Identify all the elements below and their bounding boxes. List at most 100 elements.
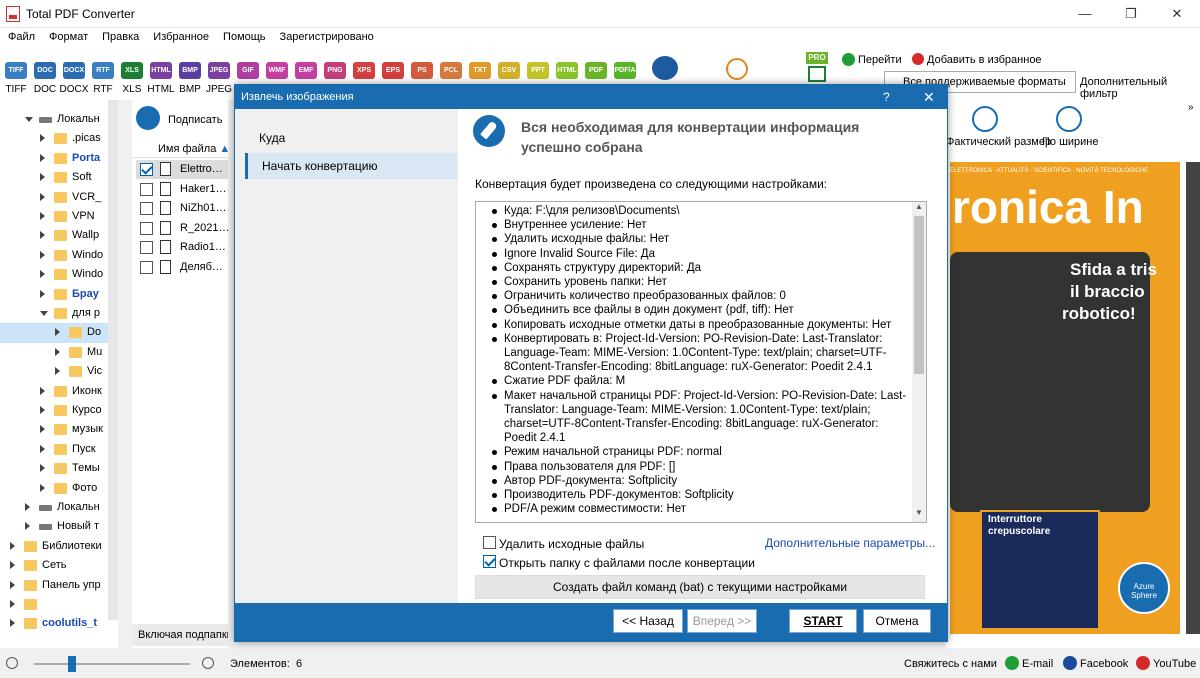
zoom-out-icon[interactable] [6, 657, 18, 669]
file-checkbox[interactable] [140, 202, 153, 216]
tree-item[interactable]: Windo [0, 246, 118, 266]
format-html-icon[interactable]: HTML [556, 62, 578, 79]
close-button[interactable]: ✕ [1154, 0, 1200, 28]
zoom-slider[interactable] [34, 663, 190, 665]
tree-scrollbar[interactable] [108, 100, 118, 620]
extra-filter-label[interactable]: Дополнительный фильтр [1080, 76, 1200, 100]
file-checkbox[interactable] [140, 221, 153, 235]
menu-help[interactable]: Помощь [215, 28, 272, 43]
file-row[interactable]: Radio1… [136, 238, 232, 257]
collapsed-arrow-icon[interactable] [40, 289, 45, 298]
file-row[interactable]: Haker1… [136, 180, 232, 199]
tree-item[interactable]: для р [0, 304, 118, 324]
format-xps-icon[interactable]: XPS [353, 62, 375, 79]
collapsed-arrow-icon[interactable] [40, 250, 45, 259]
format-gif-icon[interactable]: GIF [237, 62, 259, 79]
file-checkbox[interactable] [140, 163, 153, 176]
more-params-link[interactable]: Дополнительные параметры... [765, 536, 935, 550]
format-ppt-icon[interactable]: PPT [527, 62, 549, 79]
actual-size-button[interactable]: Фактический размер [946, 136, 1051, 148]
collapsed-arrow-icon[interactable] [40, 483, 45, 492]
expanded-arrow-icon[interactable] [40, 311, 48, 316]
collapsed-arrow-icon[interactable] [55, 347, 60, 356]
tree-item[interactable]: Porta [0, 149, 118, 169]
collapsed-arrow-icon[interactable] [25, 522, 30, 531]
scroll-down-icon[interactable]: ▼ [915, 508, 923, 517]
tree-item[interactable]: Soft [0, 168, 118, 188]
nav-start-conversion[interactable]: Начать конвертацию [245, 153, 457, 179]
collapsed-arrow-icon[interactable] [40, 406, 45, 414]
collapsed-arrow-icon[interactable] [10, 541, 15, 550]
tree-item[interactable]: .picas [0, 129, 118, 149]
collapsed-arrow-icon[interactable] [40, 270, 45, 279]
settings-scrollbar[interactable]: ▲ ▼ [912, 202, 926, 522]
collapsed-arrow-icon[interactable] [40, 212, 45, 220]
timer-icon[interactable] [726, 58, 748, 80]
dialog-help-button[interactable]: ? [883, 90, 890, 104]
format-bmp-icon[interactable]: BMP [179, 62, 201, 79]
open-folder-checkbox[interactable] [483, 555, 496, 568]
format-emf-icon[interactable]: EMF [295, 62, 317, 79]
tree-item[interactable]: Новый т [0, 517, 118, 537]
collapsed-arrow-icon[interactable] [25, 503, 30, 511]
collapsed-arrow-icon[interactable] [40, 425, 45, 434]
tree-item[interactable]: Панель упр [0, 576, 118, 596]
file-checkbox[interactable] [140, 261, 153, 274]
file-row[interactable]: R_2021… [136, 219, 232, 238]
format-eps-icon[interactable]: EPS [382, 62, 404, 79]
tree-item[interactable]: Пуск [0, 440, 118, 460]
expanded-arrow-icon[interactable] [25, 117, 33, 122]
zoom-in-icon[interactable] [202, 657, 214, 669]
start-button[interactable]: START [789, 609, 857, 633]
file-column-header[interactable]: Имя файла ▲ [132, 140, 232, 158]
format-png-icon[interactable]: PNG [324, 62, 346, 79]
fit-width-icon[interactable] [1056, 106, 1082, 132]
menu-file[interactable]: Файл [0, 28, 41, 43]
file-row[interactable]: Elettro… [136, 160, 232, 179]
next-button[interactable]: Вперед >> [687, 609, 757, 633]
format-xls-icon[interactable]: XLS [121, 62, 143, 79]
create-bat-button[interactable]: Создать файл команд (bat) с текущими нас… [475, 575, 925, 599]
format-ps-icon[interactable]: PS [411, 62, 433, 79]
format-rtf-icon[interactable]: RTF [92, 62, 114, 79]
add-favorite-button[interactable]: Добавить в избранное [927, 54, 1042, 66]
collapsed-arrow-icon[interactable] [10, 600, 15, 608]
format-pdf-icon[interactable]: PDF [585, 62, 607, 79]
dialog-close-button[interactable]: ✕ [923, 89, 935, 106]
delete-source-checkbox[interactable] [483, 536, 496, 549]
menu-format[interactable]: Формат [41, 28, 94, 43]
tree-item[interactable]: Курсо [0, 401, 118, 421]
youtube-link[interactable]: YouTube [1153, 658, 1196, 670]
file-checkbox[interactable] [140, 182, 153, 196]
collapsed-arrow-icon[interactable] [10, 619, 15, 628]
format-pcl-icon[interactable]: PCL [440, 62, 462, 79]
file-row[interactable]: NiZh01… [136, 199, 232, 218]
table-icon[interactable] [808, 66, 826, 82]
format-jpeg-icon[interactable]: JPEG [208, 62, 230, 79]
format-wmf-icon[interactable]: WMF [266, 62, 288, 79]
tree-item[interactable]: Windo [0, 265, 118, 285]
tree-item[interactable]: VPN [0, 207, 118, 227]
tree-item[interactable]: Библиотеки [0, 537, 118, 557]
menu-edit[interactable]: Правка [94, 28, 145, 43]
tree-item[interactable]: Сеть [0, 556, 118, 576]
collapsed-arrow-icon[interactable] [55, 367, 60, 376]
tree-item[interactable]: Фото [0, 479, 118, 499]
collapsed-arrow-icon[interactable] [40, 153, 45, 162]
collapsed-arrow-icon[interactable] [40, 192, 45, 201]
settings-list-box[interactable]: Куда: F:\для релизов\Documents\ Внутренне… [475, 201, 927, 523]
collapsed-arrow-icon[interactable] [55, 328, 60, 337]
collapsed-arrow-icon[interactable] [40, 464, 45, 473]
format-tiff-icon[interactable]: TIFF [5, 62, 27, 79]
tree-item[interactable]: Vic [0, 362, 118, 382]
tree-item[interactable]: Темы [0, 459, 118, 479]
file-row[interactable]: Деляб… [136, 258, 232, 277]
tree-item[interactable]: музык [0, 420, 118, 440]
sign-button[interactable]: Подписать [168, 114, 222, 126]
collapsed-arrow-icon[interactable] [10, 580, 15, 589]
restore-button[interactable]: ❐ [1108, 0, 1154, 28]
tree-item[interactable]: VCR_ [0, 188, 118, 208]
email-icon[interactable] [1005, 656, 1019, 670]
menu-registered[interactable]: Зарегистрировано [272, 28, 380, 43]
tree-item[interactable]: Брау [0, 285, 118, 305]
